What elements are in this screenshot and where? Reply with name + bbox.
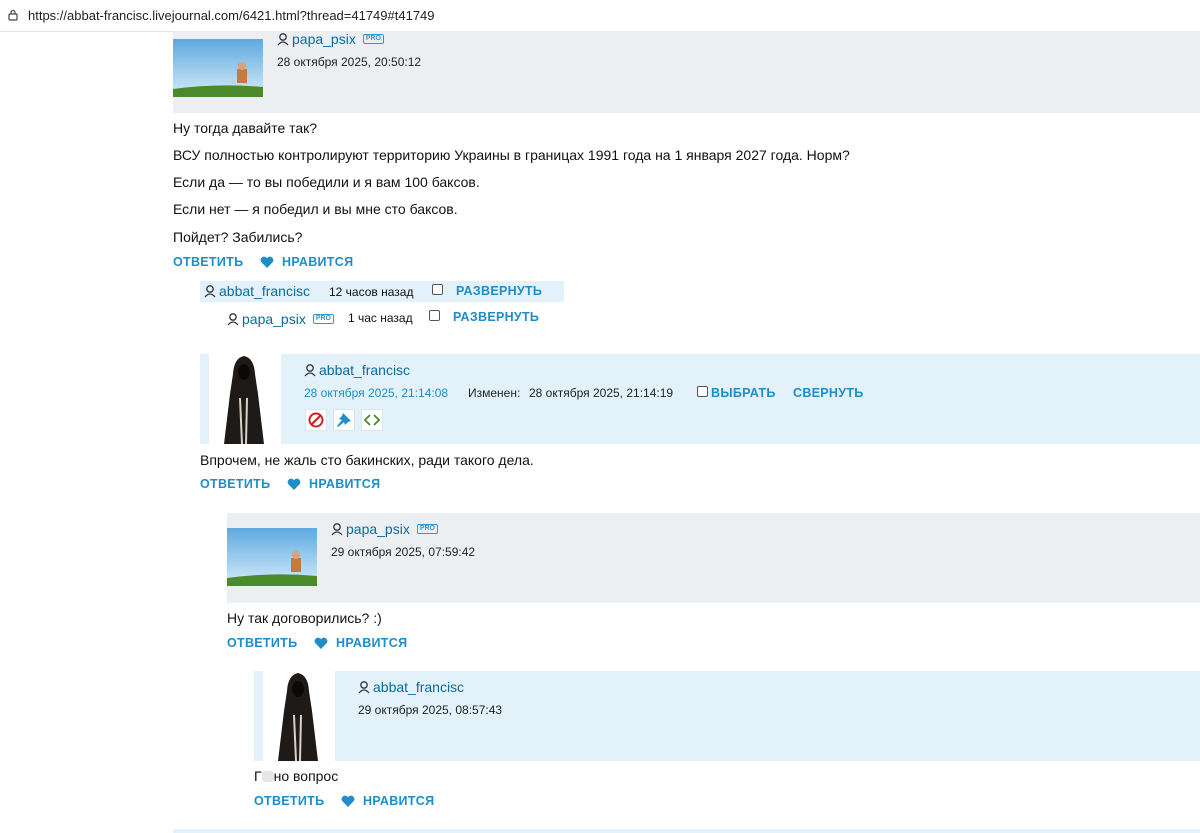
like-button[interactable]: НРАВИТСЯ [341, 794, 434, 808]
comment-text: Если да — то вы победили и я вам 100 бак… [173, 174, 480, 190]
edited-label: Изменен: [468, 386, 521, 400]
reply-button[interactable]: ОТВЕТИТЬ [173, 255, 243, 269]
select-checkbox[interactable] [697, 386, 708, 397]
lock-icon [8, 9, 18, 21]
avatar[interactable] [227, 528, 317, 586]
comment-text: Ну так договорились? :) [227, 610, 382, 626]
heart-icon [341, 795, 355, 807]
ban-icon[interactable] [305, 409, 327, 431]
comment-author[interactable]: papa_psix PRO [226, 311, 334, 327]
collapse-button[interactable]: СВЕРНУТЬ [793, 386, 864, 400]
reply-button[interactable]: ОТВЕТИТЬ [200, 477, 270, 491]
comment-text: Гно вопрос [254, 768, 339, 784]
url-text[interactable]: https://abbat-francisc.livejournal.com/6… [28, 8, 435, 23]
comment-date: 29 октября 2025, 07:59:42 [331, 545, 476, 559]
like-button[interactable]: НРАВИТСЯ [260, 255, 353, 269]
avatar[interactable] [218, 354, 270, 444]
comment-text: Ну тогда давайте так? [173, 120, 318, 136]
user-icon [204, 285, 216, 298]
edited-date: 28 октября 2025, 21:14:19 [529, 386, 674, 400]
avatar[interactable] [272, 671, 324, 761]
censored-blot [261, 771, 274, 782]
user-icon [331, 523, 343, 536]
heart-icon [314, 637, 328, 649]
comment-text: Впрочем, не жаль сто бакинских, ради так… [200, 452, 534, 468]
reply-button[interactable]: ОТВЕТИТЬ [254, 794, 324, 808]
comment-author[interactable]: abbat_francisc [303, 362, 410, 378]
select-checkbox[interactable] [432, 284, 443, 295]
reply-button[interactable]: ОТВЕТИТЬ [227, 636, 297, 650]
user-icon [277, 33, 289, 46]
comment-author[interactable]: abbat_francisc [203, 283, 310, 299]
like-button[interactable]: НРАВИТСЯ [314, 636, 407, 650]
pro-badge: PRO [312, 314, 334, 324]
comment-author[interactable]: abbat_francisc [357, 679, 464, 695]
select-button[interactable]: ВЫБРАТЬ [711, 386, 776, 400]
user-icon [358, 681, 370, 694]
comment-author[interactable]: papa_psix PRO [330, 521, 438, 537]
comment-date: 29 октября 2025, 08:57:43 [358, 703, 503, 717]
select-checkbox[interactable] [429, 310, 440, 321]
comment-author[interactable]: papa_psix PRO [276, 31, 384, 47]
pro-badge: PRO [362, 34, 384, 44]
like-button[interactable]: НРАВИТСЯ [287, 477, 380, 491]
comment-text: ВСУ полностью контролируют территорию Ук… [173, 147, 850, 163]
expand-button[interactable]: РАЗВЕРНУТЬ [453, 310, 539, 324]
comment-time: 1 час назад [348, 311, 413, 325]
comment-header-left-strip [200, 354, 209, 444]
avatar[interactable] [173, 39, 263, 97]
heart-icon [260, 256, 274, 268]
heart-icon [287, 478, 301, 490]
user-icon [227, 313, 239, 326]
comment-header-left-strip [254, 671, 263, 761]
next-comment-header [173, 829, 1200, 833]
pin-icon[interactable] [333, 409, 355, 431]
comment-text: Пойдет? Забились? [173, 229, 303, 245]
address-bar[interactable]: https://abbat-francisc.livejournal.com/6… [0, 0, 1200, 32]
pro-badge: PRO [416, 524, 438, 534]
expand-button[interactable]: РАЗВЕРНУТЬ [456, 284, 542, 298]
comment-date-link[interactable]: 28 октября 2025, 21:14:08 [304, 386, 448, 400]
comment-time: 12 часов назад [329, 285, 414, 299]
user-icon [304, 364, 316, 377]
code-icon[interactable] [361, 409, 383, 431]
comment-text: Если нет — я победил и вы мне сто баксов… [173, 201, 458, 217]
comment-date: 28 октября 2025, 20:50:12 [277, 55, 422, 69]
